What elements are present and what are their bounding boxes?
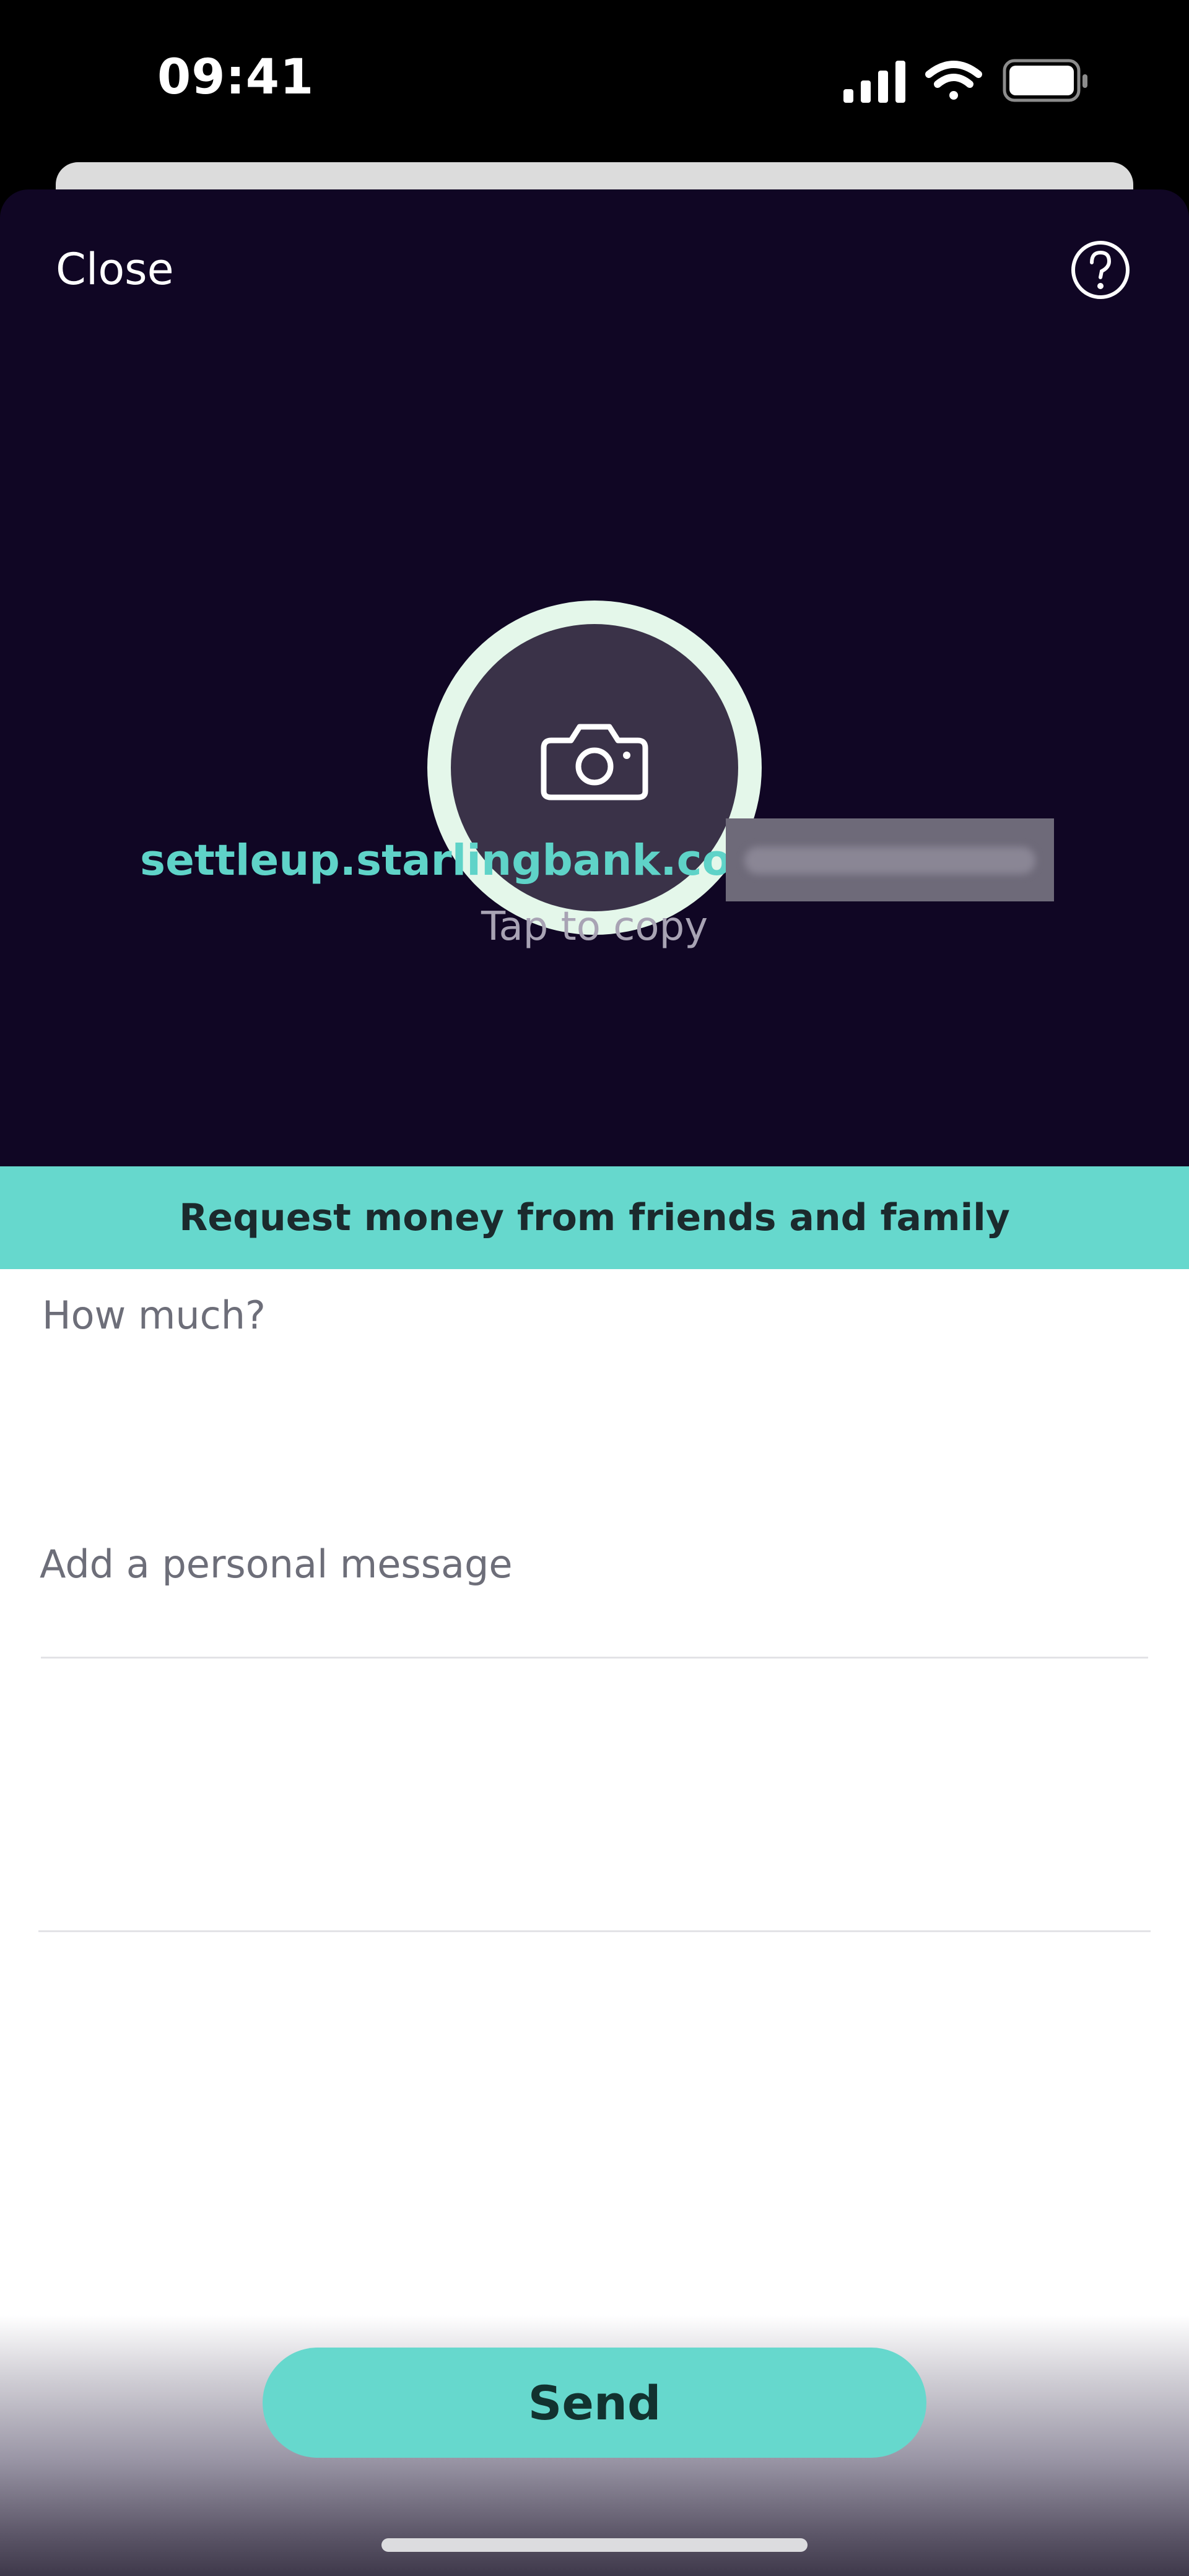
status-bar: 09:41 (0, 0, 1189, 161)
battery-icon (1003, 59, 1087, 102)
message-field-underline (38, 1930, 1151, 1932)
banner-text: Request money from friends and family (179, 1196, 1010, 1239)
redacted-link-suffix (726, 818, 1054, 901)
status-icons (843, 59, 1087, 103)
amount-field-underline (41, 1657, 1148, 1659)
amount-field[interactable]: How much? (42, 1293, 266, 1338)
message-field[interactable]: Add a personal message (40, 1542, 513, 1587)
request-form: How much? Add a personal message (0, 1269, 1189, 2387)
help-icon[interactable] (1069, 239, 1131, 301)
wifi-icon (925, 61, 982, 100)
camera-icon (541, 724, 648, 800)
close-button[interactable]: Close (56, 244, 174, 295)
tap-to-copy-hint: Tap to copy (481, 904, 708, 950)
send-button[interactable]: Send (263, 2348, 926, 2458)
share-link-row[interactable]: settleup.starlingbank.com/ (0, 818, 1189, 911)
request-banner: Request money from friends and family (0, 1166, 1189, 1269)
home-indicator (381, 2538, 808, 2552)
share-link[interactable]: settleup.starlingbank.com/ (140, 836, 791, 885)
signal-icon (843, 61, 905, 103)
status-time: 09:41 (157, 50, 315, 105)
